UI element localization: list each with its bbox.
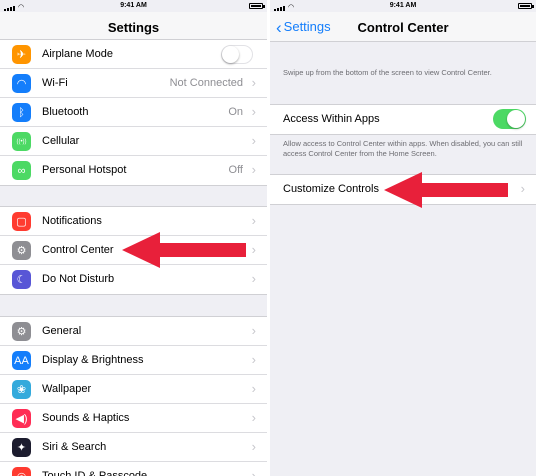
chevron-right-icon: › <box>251 213 256 228</box>
notifications-icon: ▢ <box>12 212 31 231</box>
settings-row-wi-fi[interactable]: ◠ Wi-Fi Not Connected › <box>0 69 267 98</box>
wallpaper-icon: ❀ <box>12 380 31 399</box>
hotspot-icon: ∞ <box>12 161 31 180</box>
status-bar: ◠ 9:41 AM <box>270 0 536 12</box>
settings-row-wallpaper[interactable]: ❀ Wallpaper › <box>0 375 267 404</box>
settings-row-touch-id-passcode[interactable]: ◎ Touch ID & Passcode › <box>0 462 267 476</box>
row-value: Not Connected <box>169 77 243 89</box>
control-center-screen: ◠ 9:41 AM ‹ Settings Control Center Swipe… <box>270 0 536 476</box>
chevron-right-icon: › <box>251 410 256 425</box>
chevron-right-icon: › <box>251 352 256 367</box>
row-label: Display & Brightness <box>42 354 144 366</box>
settings-row-bluetooth[interactable]: ᛒ Bluetooth On › <box>0 98 267 127</box>
siri-icon: ✦ <box>12 438 31 457</box>
access-note-text: Allow access to Control Center within ap… <box>283 139 523 158</box>
row-value: On <box>228 106 243 118</box>
customize-controls-label: Customize Controls <box>283 183 379 195</box>
row-value: Off <box>228 164 243 176</box>
intro-text: Swipe up from the bottom of the screen t… <box>283 68 492 77</box>
page-title: Control Center <box>357 20 449 35</box>
airplane-mode-toggle[interactable] <box>221 45 253 64</box>
battery-icon <box>518 3 534 9</box>
chevron-right-icon: › <box>251 439 256 454</box>
settings-row-general[interactable]: ⚙ General › <box>0 317 267 346</box>
red-arrow-pointer <box>122 232 246 268</box>
row-label: Notifications <box>42 215 102 227</box>
toggle-knob <box>507 110 525 128</box>
moon-icon: ☾ <box>12 270 31 289</box>
cellular-icon: ((•)) <box>12 132 31 151</box>
bluetooth-icon: ᛒ <box>12 103 31 122</box>
status-time: 9:41 AM <box>389 2 417 9</box>
row-label: Control Center <box>42 244 114 256</box>
row-label: Siri & Search <box>42 441 107 453</box>
chevron-right-icon: › <box>251 271 256 286</box>
chevron-right-icon: › <box>251 162 256 177</box>
settings-row-sounds-haptics[interactable]: ◀) Sounds & Haptics › <box>0 404 267 433</box>
settings-row-display-brightness[interactable]: AA Display & Brightness › <box>0 346 267 375</box>
chevron-right-icon: › <box>251 242 256 257</box>
gear-icon: ⚙ <box>12 322 31 341</box>
toggle-knob <box>222 46 239 63</box>
access-within-apps-row: Access Within Apps <box>270 105 536 134</box>
chevron-right-icon: › <box>251 104 256 119</box>
chevron-right-icon: › <box>251 323 256 338</box>
red-arrow-pointer <box>384 172 508 208</box>
nav-bar: Settings <box>0 12 267 42</box>
settings-group-general: ⚙ General › AA Display & Brightness › ❀ Wallpap… <box>0 316 267 476</box>
row-label: Cellular <box>42 135 80 147</box>
chevron-right-icon: › <box>251 381 256 396</box>
settings-screen: ◠ 9:41 AM Settings ✈ Airplane Mode ◠ Wi-Fi N… <box>0 0 267 476</box>
control-center-icon: ⚙ <box>12 241 31 260</box>
row-label: Personal Hotspot <box>42 164 127 176</box>
access-within-apps-toggle[interactable] <box>493 109 526 129</box>
settings-row-airplane-mode[interactable]: ✈ Airplane Mode <box>0 40 267 69</box>
access-within-apps-label: Access Within Apps <box>283 113 380 125</box>
row-label: Touch ID & Passcode <box>42 470 148 476</box>
airplane-icon: ✈ <box>12 45 31 64</box>
settings-row-siri-search[interactable]: ✦ Siri & Search › <box>0 433 267 462</box>
display-icon: AA <box>12 351 31 370</box>
chevron-right-icon: › <box>520 181 525 196</box>
wifi-icon: ◠ <box>12 74 31 93</box>
row-label: Airplane Mode <box>42 48 113 60</box>
access-group: Access Within Apps <box>270 104 536 135</box>
row-label: Sounds & Haptics <box>42 412 130 424</box>
settings-row-cellular[interactable]: ((•)) Cellular › <box>0 127 267 156</box>
settings-row-personal-hotspot[interactable]: ∞ Personal Hotspot Off › <box>0 156 267 185</box>
nav-bar: ‹ Settings Control Center <box>270 12 536 42</box>
status-time: 9:41 AM <box>120 2 147 9</box>
chevron-right-icon: › <box>251 133 256 148</box>
speaker-icon: ◀) <box>12 409 31 428</box>
row-label: Wi-Fi <box>42 77 68 89</box>
row-label: Wallpaper <box>42 383 92 395</box>
row-label: General <box>42 325 82 337</box>
chevron-right-icon: › <box>251 75 256 90</box>
row-label: Do Not Disturb <box>42 273 115 285</box>
fingerprint-icon: ◎ <box>12 467 31 476</box>
settings-group-connectivity: ✈ Airplane Mode ◠ Wi-Fi Not Connected › ᛒ Bluet… <box>0 39 267 186</box>
status-bar: ◠ 9:41 AM <box>0 0 267 12</box>
battery-icon <box>249 3 265 9</box>
row-label: Bluetooth <box>42 106 89 118</box>
page-title: Settings <box>107 20 160 35</box>
chevron-right-icon: › <box>251 468 256 476</box>
